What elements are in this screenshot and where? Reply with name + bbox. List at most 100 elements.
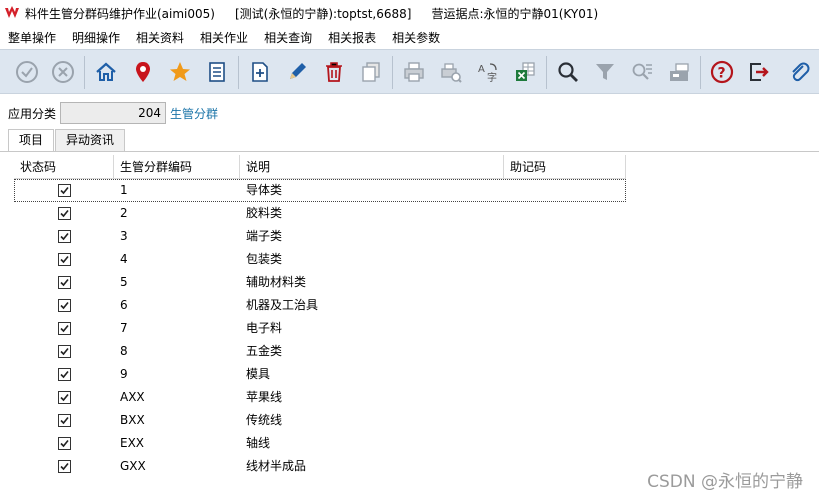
mnemonic-cell[interactable]: [504, 340, 626, 363]
header-status[interactable]: 状态码: [14, 155, 114, 179]
query-list-icon[interactable]: [629, 59, 655, 85]
mnemonic-cell[interactable]: [504, 294, 626, 317]
excel-export-icon[interactable]: [512, 59, 538, 85]
menu-related-reports[interactable]: 相关报表: [324, 29, 380, 46]
code-cell[interactable]: 3: [114, 225, 240, 248]
status-checkbox[interactable]: [58, 437, 71, 450]
menu-detail-ops[interactable]: 明细操作: [68, 29, 124, 46]
description-cell[interactable]: 电子料: [240, 317, 504, 340]
status-checkbox[interactable]: [58, 230, 71, 243]
status-checkbox[interactable]: [58, 460, 71, 473]
table-row[interactable]: BXX 传统线: [14, 409, 626, 432]
description-cell[interactable]: 胶料类: [240, 202, 504, 225]
mnemonic-cell[interactable]: [504, 271, 626, 294]
description-cell[interactable]: 轴线: [240, 432, 504, 455]
mnemonic-cell[interactable]: [504, 432, 626, 455]
table-row[interactable]: 2 胶料类: [14, 202, 626, 225]
table-row[interactable]: GXX 线材半成品: [14, 455, 626, 478]
mnemonic-cell[interactable]: [504, 317, 626, 340]
favorite-star-icon[interactable]: [167, 59, 193, 85]
header-mnemonic[interactable]: 助记码: [504, 155, 626, 179]
location-pin-icon[interactable]: [130, 59, 156, 85]
header-description[interactable]: 说明: [240, 155, 504, 179]
description-cell[interactable]: 模具: [240, 363, 504, 386]
table-row[interactable]: 7 电子料: [14, 317, 626, 340]
description-cell[interactable]: 辅助材料类: [240, 271, 504, 294]
mnemonic-cell[interactable]: [504, 455, 626, 478]
description-cell[interactable]: 苹果线: [240, 386, 504, 409]
table-row[interactable]: 9 模具: [14, 363, 626, 386]
description-cell[interactable]: 传统线: [240, 409, 504, 432]
description-cell[interactable]: 端子类: [240, 225, 504, 248]
menu-related-params[interactable]: 相关参数: [388, 29, 444, 46]
code-cell[interactable]: 8: [114, 340, 240, 363]
help-icon[interactable]: ?: [709, 59, 735, 85]
status-checkbox[interactable]: [58, 414, 71, 427]
translate-icon[interactable]: A字: [475, 59, 501, 85]
print-icon[interactable]: [401, 59, 427, 85]
description-cell[interactable]: 包装类: [240, 248, 504, 271]
mnemonic-cell[interactable]: [504, 386, 626, 409]
mnemonic-cell[interactable]: [504, 225, 626, 248]
cancel-icon[interactable]: [50, 59, 76, 85]
status-checkbox[interactable]: [58, 253, 71, 266]
list-icon[interactable]: [204, 59, 230, 85]
table-row[interactable]: 4 包装类: [14, 248, 626, 271]
code-cell[interactable]: GXX: [114, 455, 240, 478]
code-cell[interactable]: 2: [114, 202, 240, 225]
code-cell[interactable]: AXX: [114, 386, 240, 409]
description-cell[interactable]: 五金类: [240, 340, 504, 363]
confirm-icon[interactable]: [14, 59, 40, 85]
status-checkbox[interactable]: [58, 276, 71, 289]
description-cell[interactable]: 线材半成品: [240, 455, 504, 478]
mnemonic-cell[interactable]: [504, 363, 626, 386]
menu-related-data[interactable]: 相关资料: [132, 29, 188, 46]
table-row[interactable]: AXX 苹果线: [14, 386, 626, 409]
mnemonic-cell[interactable]: [504, 248, 626, 271]
search-icon[interactable]: [555, 59, 581, 85]
table-row[interactable]: 1 导体类: [14, 179, 626, 202]
status-checkbox[interactable]: [58, 345, 71, 358]
mnemonic-cell[interactable]: [504, 202, 626, 225]
tab-items[interactable]: 项目: [8, 129, 55, 152]
status-checkbox[interactable]: [58, 368, 71, 381]
attachment-store-icon[interactable]: [666, 59, 692, 85]
delete-trash-icon[interactable]: [321, 59, 347, 85]
mnemonic-cell[interactable]: [504, 179, 626, 202]
menu-whole-doc[interactable]: 整单操作: [4, 29, 60, 46]
copy-icon[interactable]: [358, 59, 384, 85]
code-cell[interactable]: EXX: [114, 432, 240, 455]
mnemonic-cell[interactable]: [504, 409, 626, 432]
tab-change-info[interactable]: 异动资讯: [55, 129, 126, 151]
category-value-field[interactable]: 204: [60, 102, 167, 124]
code-cell[interactable]: BXX: [114, 409, 240, 432]
table-row[interactable]: 6 机器及工治具: [14, 294, 626, 317]
code-cell[interactable]: 9: [114, 363, 240, 386]
table-row[interactable]: 3 端子类: [14, 225, 626, 248]
filter-icon[interactable]: [592, 59, 618, 85]
home-icon[interactable]: [93, 59, 119, 85]
exit-icon[interactable]: [746, 59, 772, 85]
status-checkbox[interactable]: [58, 391, 71, 404]
header-code[interactable]: 生管分群编码: [114, 155, 240, 179]
print-preview-icon[interactable]: [438, 59, 464, 85]
status-checkbox[interactable]: [58, 207, 71, 220]
code-cell[interactable]: 6: [114, 294, 240, 317]
code-cell[interactable]: 5: [114, 271, 240, 294]
table-row[interactable]: 5 辅助材料类: [14, 271, 626, 294]
status-checkbox[interactable]: [58, 322, 71, 335]
status-checkbox[interactable]: [58, 299, 71, 312]
description-cell[interactable]: 导体类: [240, 179, 504, 202]
paperclip-icon[interactable]: [786, 59, 812, 85]
table-row[interactable]: 8 五金类: [14, 340, 626, 363]
edit-pencil-icon[interactable]: [284, 59, 310, 85]
menu-related-jobs[interactable]: 相关作业: [196, 29, 252, 46]
new-document-icon[interactable]: [247, 59, 273, 85]
code-cell[interactable]: 4: [114, 248, 240, 271]
table-row[interactable]: EXX 轴线: [14, 432, 626, 455]
code-cell[interactable]: 7: [114, 317, 240, 340]
description-cell[interactable]: 机器及工治具: [240, 294, 504, 317]
code-cell[interactable]: 1: [114, 179, 240, 202]
menu-related-query[interactable]: 相关查询: [260, 29, 316, 46]
status-checkbox[interactable]: [58, 184, 71, 197]
